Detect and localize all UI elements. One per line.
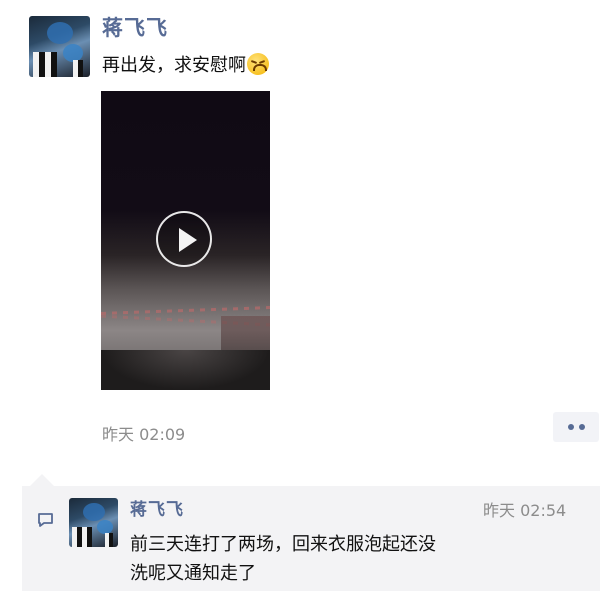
post-author-avatar[interactable] bbox=[29, 16, 90, 77]
car-dashboard bbox=[101, 350, 270, 390]
more-dots-icon bbox=[568, 424, 574, 430]
comment-icon bbox=[38, 513, 53, 527]
post-text-content: 再出发，求安慰啊 bbox=[102, 55, 246, 76]
comment-text-line: 前三天连打了两场，回来衣服泡起还没 bbox=[130, 534, 436, 555]
comment-text-line: 洗呢又通知走了 bbox=[130, 563, 256, 584]
post-author-name[interactable]: 蒋飞飞 bbox=[102, 12, 168, 42]
post-timestamp: 昨天 02:09 bbox=[102, 425, 186, 444]
comment-timestamp: 昨天 02:54 bbox=[483, 501, 567, 520]
grimace-emoji-icon bbox=[247, 53, 269, 75]
more-actions-button[interactable] bbox=[553, 412, 599, 442]
comment-author-avatar[interactable] bbox=[69, 498, 118, 547]
comment-area-pointer bbox=[30, 474, 54, 486]
play-icon bbox=[179, 228, 197, 252]
road-lights bbox=[101, 306, 270, 315]
more-dots-icon bbox=[579, 424, 585, 430]
video-play-button[interactable] bbox=[156, 211, 212, 267]
post-text: 再出发，求安慰啊 bbox=[102, 51, 269, 77]
comment-author-name[interactable]: 蒋飞飞 bbox=[130, 495, 184, 520]
comment-text: 前三天连打了两场，回来衣服泡起还没 洗呢又通知走了 bbox=[130, 530, 510, 588]
